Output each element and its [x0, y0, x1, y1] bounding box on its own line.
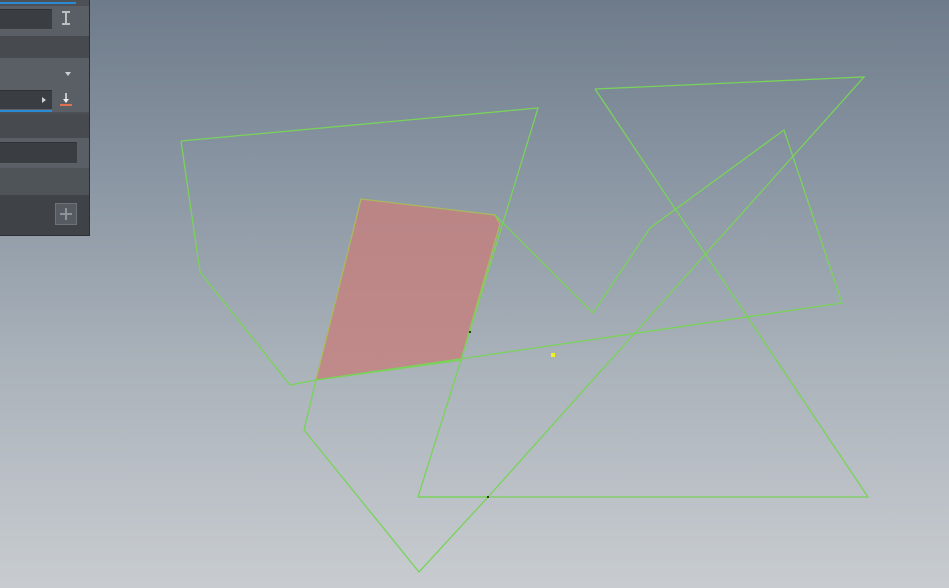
triangle-outline[interactable] [417, 76, 866, 498]
triangle-outline-2[interactable] [418, 88, 870, 498]
field-accent [0, 110, 52, 112]
properties-panel [0, 0, 90, 236]
vertex-dot [469, 331, 471, 333]
chevron-right-icon[interactable] [42, 97, 46, 103]
chevron-down-icon[interactable] [65, 72, 71, 76]
drop-to-base-icon[interactable] [59, 92, 73, 108]
height-field[interactable] [0, 9, 52, 30]
viewport-canvas[interactable] [0, 0, 949, 588]
section-spacer [0, 168, 89, 195]
mode-row[interactable] [0, 58, 89, 88]
add-button[interactable] [55, 203, 77, 225]
name-field[interactable] [0, 142, 77, 164]
section-spacer [0, 114, 89, 138]
pivot-point[interactable] [551, 353, 555, 357]
name-row [0, 138, 89, 168]
vertex-dot [487, 496, 489, 498]
height-icon[interactable] [60, 11, 72, 25]
selected-face[interactable] [315, 198, 501, 381]
height-row [0, 6, 89, 36]
section-spacer [0, 36, 89, 58]
plus-icon [60, 208, 72, 220]
footer-row [0, 195, 89, 235]
base-row [0, 88, 89, 112]
field-accent [0, 2, 76, 4]
